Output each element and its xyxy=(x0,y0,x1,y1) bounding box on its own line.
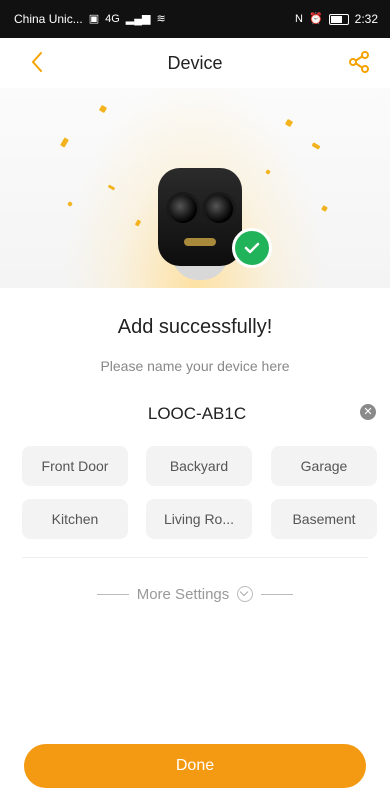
divider-line xyxy=(261,593,294,595)
page-title: Device xyxy=(167,53,223,73)
name-chip-front-door[interactable]: Front Door xyxy=(22,446,128,486)
divider-line xyxy=(96,593,129,595)
success-check-icon xyxy=(232,228,272,268)
status-bar: China Unic... ▣ 4G ▂▄▆ ≋ N ⏰ 2:32 xyxy=(0,0,390,38)
name-chip-kitchen[interactable]: Kitchen xyxy=(22,499,128,539)
success-heading: Add successfully! xyxy=(117,316,273,338)
name-chip-living-room[interactable]: Living Ro... xyxy=(146,499,252,539)
wifi-icon: ≋ xyxy=(156,13,166,25)
signal-text: 4G xyxy=(105,13,120,25)
signal-icon: ▂▄▆ xyxy=(125,13,151,25)
divider xyxy=(22,557,368,558)
carrier-label: China Unic... xyxy=(14,12,83,26)
name-chip-backyard[interactable]: Backyard xyxy=(146,446,252,486)
network-icon: ▣ xyxy=(88,13,100,25)
alarm-icon: ⏰ xyxy=(308,13,323,25)
chevron-down-icon xyxy=(237,586,254,602)
device-name-input[interactable] xyxy=(60,398,334,430)
camera-lens xyxy=(202,192,236,226)
name-chip-garage[interactable]: Garage xyxy=(271,446,377,486)
close-icon: ✕ xyxy=(363,406,373,418)
share-icon xyxy=(349,51,369,73)
done-button[interactable]: Done xyxy=(24,744,366,788)
name-prompt: Please name your device here xyxy=(100,358,290,374)
camera-image xyxy=(158,168,242,280)
battery-icon xyxy=(328,13,349,25)
nav-bar: Device xyxy=(0,38,390,88)
camera-lens xyxy=(166,192,200,226)
camera-led xyxy=(184,238,216,246)
name-chip-basement[interactable]: Basement xyxy=(271,499,377,539)
more-settings-toggle[interactable]: More Settings xyxy=(0,582,390,606)
status-time: 2:32 xyxy=(354,12,378,26)
more-settings-label: More Settings xyxy=(136,585,230,603)
share-button[interactable] xyxy=(346,49,372,75)
nfc-icon: N xyxy=(294,13,303,25)
clear-input-button[interactable]: ✕ xyxy=(360,404,376,420)
